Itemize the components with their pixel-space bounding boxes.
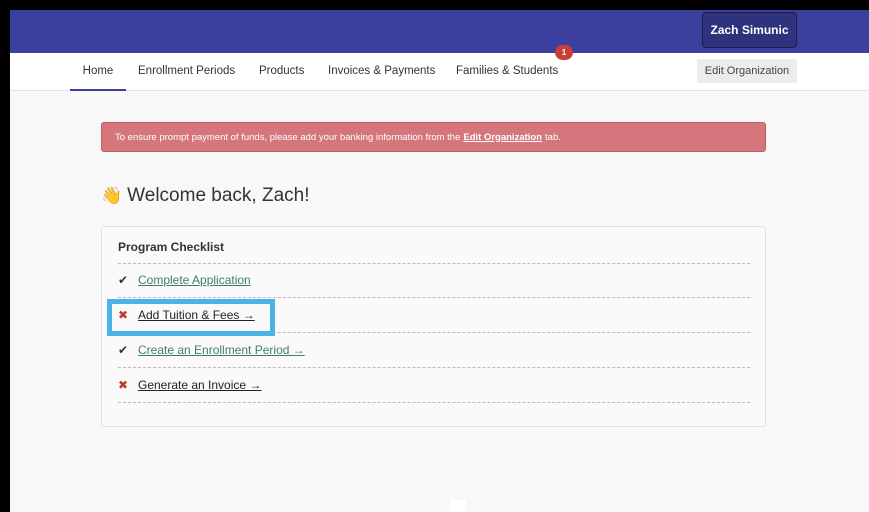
checklist-item: ✔ Create an Enrollment Period → — [118, 340, 305, 360]
divider — [118, 297, 750, 298]
nav-home[interactable]: Home — [70, 53, 126, 91]
complete-application-link[interactable]: Complete Application — [138, 273, 251, 287]
banking-alert: To ensure prompt payment of funds, pleas… — [101, 122, 766, 152]
checkmark-icon: ✔ — [118, 273, 129, 287]
nav-invoices-payments[interactable]: Invoices & Payments — [328, 53, 435, 91]
nav-products[interactable]: Products — [259, 53, 304, 91]
create-enrollment-period-link[interactable]: Create an Enrollment Period → — [138, 343, 305, 357]
checklist-title: Program Checklist — [118, 240, 225, 254]
cross-icon: ✖ — [118, 378, 129, 392]
nav-families-students[interactable]: Families & Students — [456, 53, 558, 91]
welcome-heading: 👋 Welcome back, Zach! — [101, 182, 310, 210]
waving-hand-icon: 👋 — [101, 186, 123, 205]
divider — [118, 263, 750, 264]
checklist-item: ✖ Generate an Invoice → — [118, 375, 261, 395]
notification-badge: 1 — [555, 45, 573, 60]
alert-text-end: tab. — [545, 131, 561, 143]
nav-enrollment-periods[interactable]: Enrollment Periods — [138, 53, 235, 91]
user-menu-button[interactable]: Zach Simunic — [702, 12, 797, 48]
alert-text: To ensure prompt payment of funds, pleas… — [115, 131, 461, 143]
edit-organization-link[interactable]: Edit Organization — [463, 132, 542, 143]
checklist-item: ✔ Complete Application — [118, 270, 251, 290]
top-bar: Zach Simunic — [10, 10, 869, 53]
focus-highlight — [107, 299, 275, 336]
decorative-block — [450, 500, 466, 512]
divider — [118, 367, 750, 368]
divider — [118, 402, 750, 403]
generate-invoice-link[interactable]: Generate an Invoice → — [138, 378, 261, 392]
app-window: Zach Simunic Home Enrollment Periods Pro… — [10, 10, 869, 512]
checkmark-icon: ✔ — [118, 343, 129, 357]
welcome-text: Welcome back, Zach! — [127, 185, 310, 206]
edit-organization-button[interactable]: Edit Organization — [697, 59, 797, 83]
